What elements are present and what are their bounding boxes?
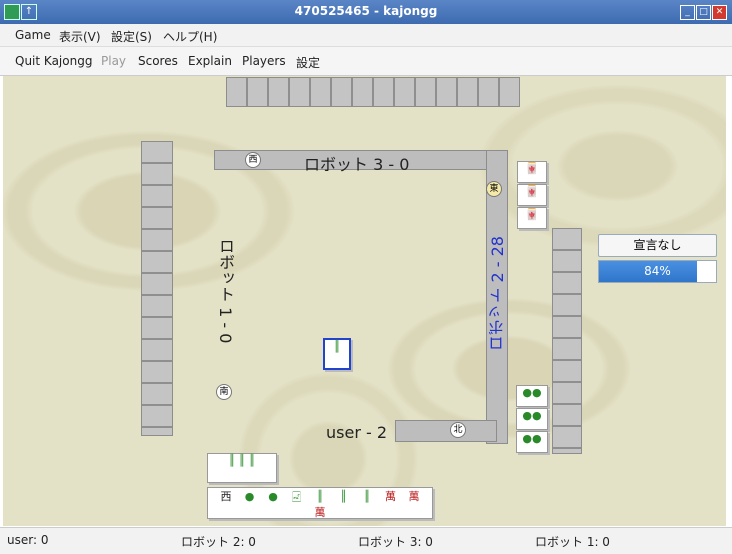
- window-title: 470525465 - kajongg: [294, 4, 438, 18]
- hand-tile[interactable]: ║: [310, 490, 330, 503]
- settings-button[interactable]: 設定: [296, 54, 320, 71]
- menu-settings[interactable]: 設定(S): [111, 28, 152, 45]
- title-bar: ↑ 470525465 - kajongg _ □ ✕: [0, 0, 732, 24]
- hand-tile[interactable]: 萬: [404, 488, 424, 504]
- scores-button[interactable]: Scores: [138, 54, 178, 68]
- exposed-tile: ●●: [516, 431, 548, 453]
- status-user: user: 0: [7, 533, 49, 547]
- discarded-tile[interactable]: ║: [323, 338, 351, 370]
- wall-left: [141, 141, 173, 436]
- menu-help[interactable]: ヘルプ(H): [163, 28, 217, 45]
- game-board: [3, 76, 726, 526]
- player-hand[interactable]: 西 ● ● 🀐 ║ ║ ║ 萬 萬 萬: [207, 487, 433, 519]
- status-bar: user: 0 ロボット 2: 0 ロボット 3: 0 ロボット 1: 0: [0, 527, 732, 554]
- play-button[interactable]: Play: [101, 54, 126, 68]
- hand-tile[interactable]: ●: [263, 490, 283, 503]
- minimize-icon[interactable]: _: [680, 5, 695, 20]
- claim-button[interactable]: 宣言なし: [598, 234, 717, 257]
- wall-top: [226, 77, 520, 107]
- hand-tile[interactable]: 萬: [381, 488, 401, 504]
- hand-tile[interactable]: 🀐: [287, 490, 307, 504]
- progress-label: 84%: [644, 264, 671, 278]
- exposed-meld: ║ ║ ║: [207, 453, 277, 483]
- players-button[interactable]: Players: [242, 54, 286, 68]
- hand-tile[interactable]: ║: [357, 490, 377, 503]
- exposed-tile: 🀄: [517, 207, 547, 229]
- toolbar: Quit Kajongg Play Scores Explain Players…: [0, 47, 732, 76]
- player-east-label: ロボット 2 - 28: [488, 236, 507, 352]
- south-wall: [395, 420, 497, 442]
- exposed-tile: 🀄: [517, 184, 547, 206]
- menu-view[interactable]: 表示(V): [59, 28, 101, 45]
- exposed-tile: ●●: [516, 385, 548, 407]
- status-robot3: ロボット 3: 0: [358, 535, 433, 549]
- maximize-icon[interactable]: □: [696, 5, 711, 20]
- wall-right: [552, 228, 582, 454]
- hand-tile[interactable]: ●: [240, 490, 260, 503]
- quit-button[interactable]: Quit Kajongg: [15, 54, 92, 68]
- explain-button[interactable]: Explain: [188, 54, 232, 68]
- close-icon[interactable]: ✕: [712, 5, 727, 20]
- menu-bar: Game 表示(V) 設定(S) ヘルプ(H): [0, 24, 732, 47]
- player-west-label: ロボット 1 - 0: [216, 238, 235, 344]
- player-north-label: ロボット 3 - 0: [304, 155, 410, 174]
- menu-game[interactable]: Game: [15, 28, 51, 42]
- exposed-tile: 🀄: [517, 161, 547, 183]
- status-robot2: ロボット 2: 0: [181, 535, 256, 549]
- player-south-label: user - 2: [326, 423, 388, 442]
- hand-tile[interactable]: 萬: [310, 504, 330, 520]
- wind-disc-east-icon: 東: [486, 181, 502, 197]
- wind-disc-north-icon: 西: [245, 152, 261, 168]
- wind-disc-west-icon: 南: [216, 384, 232, 400]
- hand-tile[interactable]: ║: [334, 490, 354, 503]
- exposed-tile: ●●: [516, 408, 548, 430]
- wind-disc-south-icon: 北: [450, 422, 466, 438]
- status-robot1: ロボット 1: 0: [535, 535, 610, 549]
- hand-tile[interactable]: 西: [216, 488, 236, 504]
- timer-progress: 84%: [598, 260, 717, 283]
